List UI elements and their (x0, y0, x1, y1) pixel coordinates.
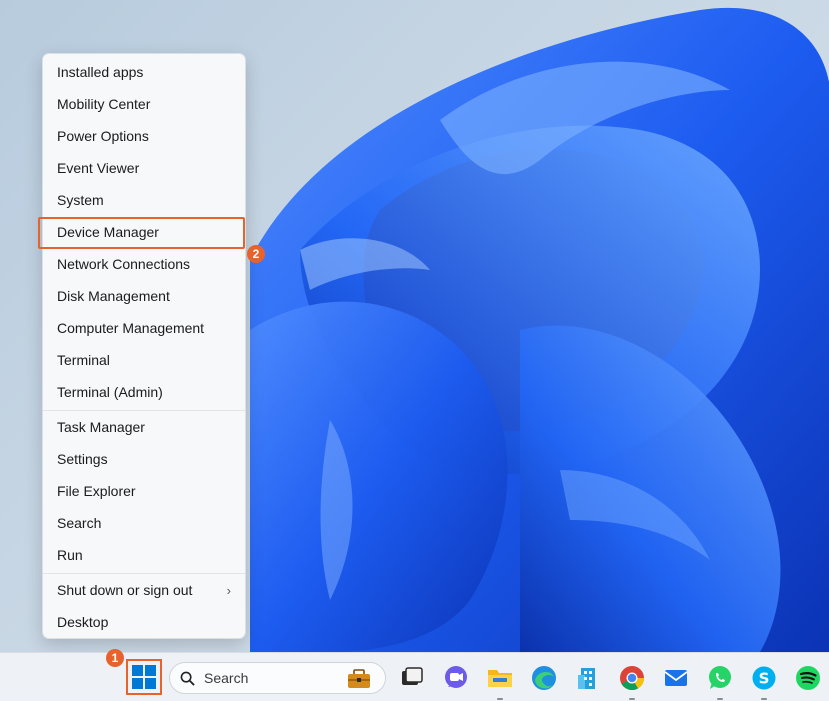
taskbar-search-box[interactable]: Search (169, 662, 386, 694)
whatsapp-icon[interactable] (707, 665, 733, 691)
menu-item-label: Power Options (57, 128, 149, 144)
menu-item-label: Computer Management (57, 320, 205, 336)
chevron-right-icon: › (226, 582, 231, 598)
menu-item-label: Network Connections (57, 256, 191, 272)
menu-item-label: Disk Management (57, 288, 170, 304)
menu-item-desktop[interactable]: Desktop (43, 607, 245, 637)
menu-item-task-manager[interactable]: Task Manager (43, 412, 245, 442)
step-1-badge: 1 (106, 649, 124, 667)
menu-separator (43, 410, 245, 411)
menu-item-network-connections[interactable]: Network Connections (43, 249, 245, 279)
menu-item-label: Shut down or sign out (57, 582, 193, 598)
windows-start-icon[interactable] (131, 664, 157, 690)
building-app-icon[interactable] (575, 665, 601, 691)
search-icon (180, 671, 195, 686)
edge-icon[interactable] (531, 665, 557, 691)
menu-item-power-options[interactable]: Power Options (43, 121, 245, 151)
task-view-icon[interactable] (398, 665, 424, 691)
menu-item-file-explorer[interactable]: File Explorer (43, 476, 245, 506)
menu-item-label: Event Viewer (57, 160, 140, 176)
svg-text:S: S (759, 670, 770, 688)
menu-item-label: Task Manager (57, 419, 145, 435)
spotify-icon[interactable] (795, 665, 821, 691)
menu-item-label: System (57, 192, 104, 208)
skype-icon[interactable]: S (751, 665, 777, 691)
menu-item-label: Desktop (57, 614, 109, 630)
taskbar: 1 Search S (0, 649, 829, 701)
step-2-badge: 2 (247, 245, 265, 263)
winx-context-menu: Installed apps Mobility Center Power Opt… (42, 53, 246, 639)
menu-item-label: Terminal (57, 352, 110, 368)
menu-item-terminal[interactable]: Terminal (43, 345, 245, 375)
chrome-icon[interactable] (619, 665, 645, 691)
menu-item-label: Search (57, 515, 102, 531)
menu-item-label: Installed apps (57, 64, 144, 80)
device-manager-highlight (38, 217, 245, 249)
menu-item-label: Run (57, 547, 83, 563)
menu-item-label: Settings (57, 451, 108, 467)
menu-separator (43, 573, 245, 574)
chat-icon[interactable] (443, 665, 469, 691)
file-explorer-icon[interactable] (487, 665, 513, 691)
menu-item-disk-management[interactable]: Disk Management (43, 281, 245, 311)
search-placeholder: Search (204, 670, 249, 686)
menu-item-label: File Explorer (57, 483, 136, 499)
menu-item-label: Mobility Center (57, 96, 151, 112)
mail-icon[interactable] (663, 665, 689, 691)
menu-item-label: Terminal (Admin) (57, 384, 163, 400)
menu-item-terminal-admin[interactable]: Terminal (Admin) (43, 377, 245, 407)
briefcase-icon (348, 669, 370, 688)
menu-item-system[interactable]: System (43, 185, 245, 215)
menu-item-search[interactable]: Search (43, 508, 245, 538)
menu-item-mobility-center[interactable]: Mobility Center (43, 89, 245, 119)
menu-item-computer-management[interactable]: Computer Management (43, 313, 245, 343)
menu-item-shut-down-or-sign-out[interactable]: Shut down or sign out › (43, 575, 245, 605)
menu-item-event-viewer[interactable]: Event Viewer (43, 153, 245, 183)
menu-item-run[interactable]: Run (43, 540, 245, 570)
menu-item-installed-apps[interactable]: Installed apps (43, 57, 245, 87)
menu-item-settings[interactable]: Settings (43, 444, 245, 474)
